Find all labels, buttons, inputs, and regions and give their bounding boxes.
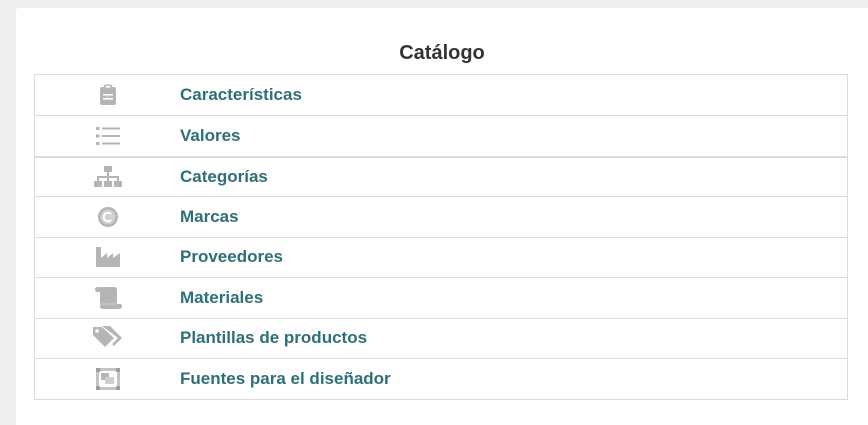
catalog-item-label[interactable]: Categorías — [180, 167, 268, 187]
tags-icon — [35, 319, 180, 359]
catalog-item-label[interactable]: Valores — [180, 126, 241, 146]
scroll-icon — [35, 278, 180, 318]
sitemap-icon — [35, 158, 180, 197]
catalog-item-materiales[interactable]: Materiales — [35, 277, 847, 318]
list-icon — [35, 116, 180, 156]
catalog-item-label[interactable]: Proveedores — [180, 247, 283, 267]
catalog-item-proveedores[interactable]: Proveedores — [35, 236, 847, 278]
catalog-item-label[interactable]: Marcas — [180, 207, 239, 227]
catalog-item-plantillas[interactable]: Plantillas de productos — [35, 317, 847, 359]
factory-icon — [35, 238, 180, 278]
page-title: Catálogo — [399, 42, 485, 64]
catalog-item-label[interactable]: Materiales — [180, 288, 263, 308]
catalog-item-valores[interactable]: Valores — [35, 115, 847, 156]
catalog-item-categorias[interactable]: Categorías — [35, 155, 847, 197]
object-group-icon — [35, 359, 180, 399]
catalog-table: Características Valores Categorías Marca… — [34, 74, 848, 400]
copyright-icon — [35, 197, 180, 237]
clipboard-icon — [35, 75, 180, 115]
catalog-item-marcas[interactable]: Marcas — [35, 196, 847, 237]
catalog-item-fuentes[interactable]: Fuentes para el diseñador — [35, 358, 847, 399]
catalog-item-caracteristicas[interactable]: Características — [35, 75, 847, 115]
catalog-item-label[interactable]: Plantillas de productos — [180, 328, 367, 348]
catalog-panel: Catálogo Características Valores Categor… — [16, 8, 868, 425]
catalog-item-label[interactable]: Características — [180, 85, 302, 105]
catalog-item-label[interactable]: Fuentes para el diseñador — [180, 369, 391, 389]
